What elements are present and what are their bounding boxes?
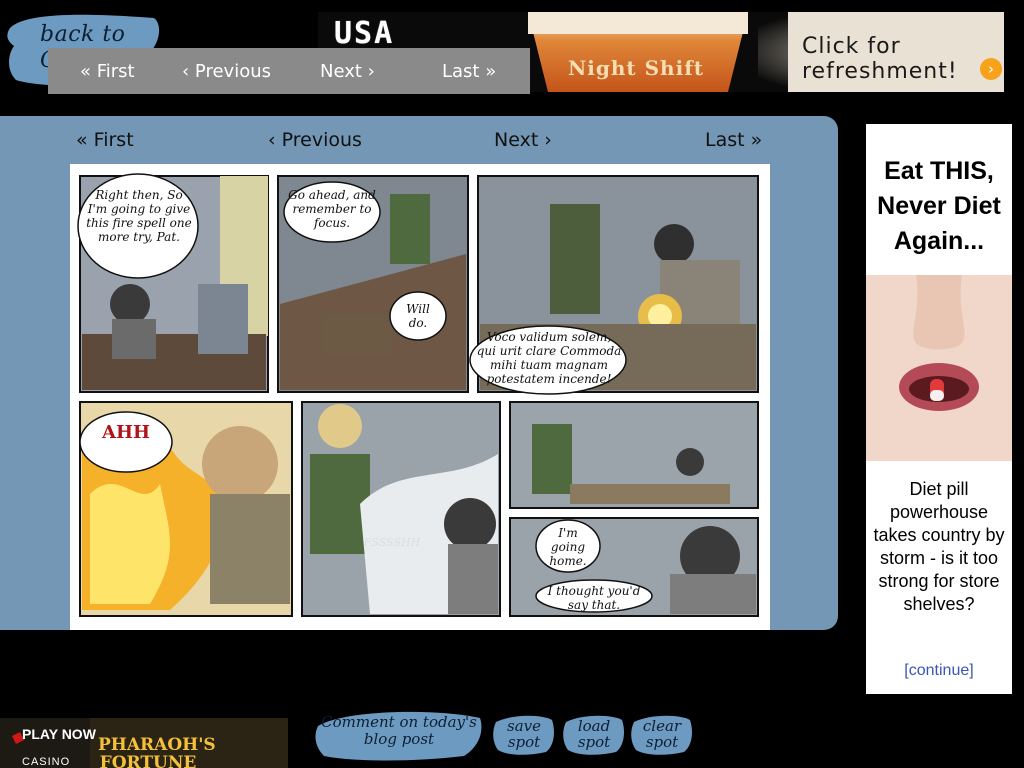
banner-cta-line2: refreshment! <box>802 59 958 84</box>
casino-game-title: PHARAOH'S FORTUNE <box>98 735 216 768</box>
side-ad-body: Diet pill powerhouse takes country by st… <box>873 479 1005 614</box>
comic-navigation: « First ‹ Previous Next › Last » <box>0 116 838 164</box>
clear-spot-label: clear spot <box>642 717 682 751</box>
arrow-right-icon: › <box>980 58 1002 80</box>
comment-blog-button[interactable]: Comment on today's blog post <box>314 706 484 762</box>
pill-mouth-image <box>866 275 1012 461</box>
comic-nav-last-link[interactable]: Last » <box>705 129 762 151</box>
top-nav-next-link[interactable]: Next › <box>320 61 375 82</box>
side-diet-ad[interactable]: Eat THIS, Never Diet Again... Diet pill … <box>866 124 1012 694</box>
comment-blog-label: Comment on today's blog post <box>321 713 477 748</box>
side-ad-headline: Eat THIS, Never Diet Again... <box>877 157 1001 255</box>
load-spot-button[interactable]: load spot <box>562 712 626 756</box>
casino-label: CASINO <box>22 756 71 768</box>
save-spot-label: save spot <box>507 717 541 751</box>
top-nav-last-link[interactable]: Last » <box>442 61 496 82</box>
panel2-speech-bubble-a: Go ahead, and remember to focus. <box>288 188 376 230</box>
comic-nav-next-link[interactable]: Next › <box>494 129 552 151</box>
panel5-sound-effect: FSSSSHH <box>363 536 421 549</box>
comic-strip-image: Right then, So I'm going to give this fi… <box>70 164 770 630</box>
banner-brand-text: USA <box>334 16 395 51</box>
load-spot-label: load spot <box>577 717 611 751</box>
panel2-speech-bubble-b: Will do. <box>406 302 430 330</box>
top-nav-first-link[interactable]: « First <box>80 61 135 82</box>
comic-nav-first-link[interactable]: « First <box>76 129 134 151</box>
panel4-exclamation: AHH <box>102 422 150 443</box>
clear-spot-button[interactable]: clear spot <box>630 712 694 756</box>
panel1-speech-bubble: Right then, So I'm going to give this fi… <box>86 188 192 244</box>
panel7-speech-bubble-b: I thought you'd say that. <box>547 584 641 612</box>
banner-cta-line1: Click for <box>802 34 901 59</box>
side-ad-continue-link[interactable]: [continue] <box>866 662 1012 680</box>
banner-product-name: Night Shift <box>568 56 705 80</box>
casino-ad[interactable]: PLAY NOW CASINO PHARAOH'S FORTUNE <box>0 718 288 768</box>
top-navigation-bar: « First ‹ Previous Next › Last » <box>48 48 530 94</box>
panel3-speech-bubble: Voco validum solem, qui urit clare Commo… <box>476 330 622 386</box>
banner-cta: Click for refreshment! <box>802 34 958 84</box>
panel7-speech-bubble-a: I'm going home. <box>549 526 587 568</box>
comic-nav-previous-link[interactable]: ‹ Previous <box>268 129 362 151</box>
casino-play-now-text: PLAY NOW <box>22 726 96 742</box>
top-nav-previous-link[interactable]: ‹ Previous <box>182 61 271 82</box>
comic-container: « First ‹ Previous Next › Last » Right t… <box>0 116 838 630</box>
save-spot-button[interactable]: save spot <box>492 712 556 756</box>
